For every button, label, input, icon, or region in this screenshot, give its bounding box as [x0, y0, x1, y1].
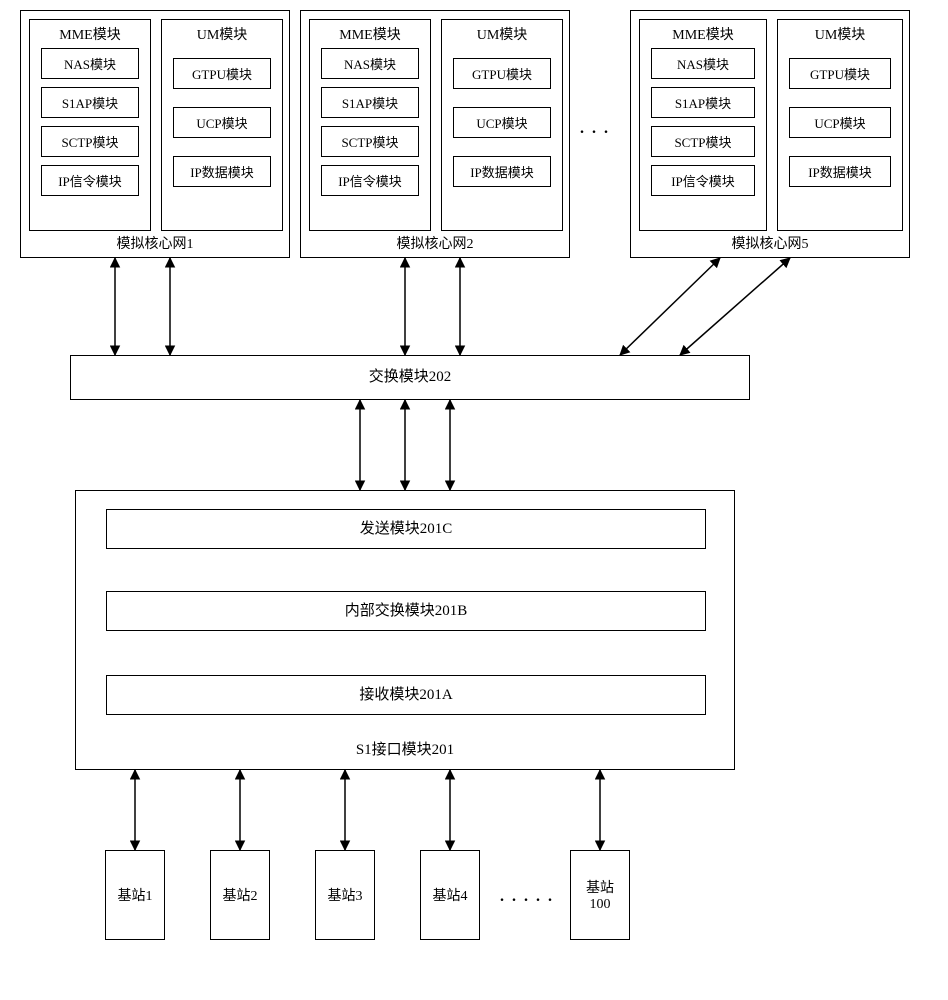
core-net-2: MME模块 NAS模块 S1AP模块 SCTP模块 IP信令模块 UM模块 GT…	[300, 10, 570, 258]
ellipsis-bs: . . . . .	[500, 888, 554, 906]
s1-outer-label: S1接口模块201	[76, 738, 734, 759]
diagram-canvas: MME模块 NAS模块 S1AP模块 SCTP模块 IP信令模块 UM模块 GT…	[0, 0, 948, 1000]
nas-module: NAS模块	[321, 48, 419, 79]
core-net-1-label: 模拟核心网1	[21, 233, 289, 253]
ucp-module: UCP模块	[173, 107, 271, 138]
um-module-5: UM模块 GTPU模块 UCP模块 IP数据模块	[777, 19, 903, 231]
s1ap-module: S1AP模块	[41, 87, 139, 118]
ip-data-module: IP数据模块	[453, 156, 551, 187]
base-station-1: 基站1	[105, 850, 165, 940]
ip-data-module: IP数据模块	[173, 156, 271, 187]
bs-label-100: 基站 100	[586, 877, 614, 913]
gtpu-module: GTPU模块	[453, 58, 551, 89]
um-module-1: UM模块 GTPU模块 UCP模块 IP数据模块	[161, 19, 283, 231]
ip-signaling-module: IP信令模块	[651, 165, 754, 196]
nas-module: NAS模块	[651, 48, 754, 79]
nas-module: NAS模块	[41, 48, 139, 79]
mme-module-2: MME模块 NAS模块 S1AP模块 SCTP模块 IP信令模块	[309, 19, 431, 231]
gtpu-module: GTPU模块	[789, 58, 891, 89]
ip-signaling-module: IP信令模块	[41, 165, 139, 196]
base-station-4: 基站4	[420, 850, 480, 940]
exchange-module-202: 交换模块202	[70, 355, 750, 400]
mme-module-5: MME模块 NAS模块 S1AP模块 SCTP模块 IP信令模块	[639, 19, 767, 231]
ip-data-module: IP数据模块	[789, 156, 891, 187]
core-net-2-label: 模拟核心网2	[301, 233, 569, 253]
send-module-201c: 发送模块201C	[106, 509, 706, 549]
receive-module-201a: 接收模块201A	[106, 675, 706, 715]
ucp-module: UCP模块	[789, 107, 891, 138]
mme-title: MME模块	[30, 20, 150, 48]
um-title: UM模块	[778, 20, 902, 48]
um-title: UM模块	[442, 20, 562, 48]
s1-interface-module-201: 发送模块201C 内部交换模块201B 接收模块201A S1接口模块201	[75, 490, 735, 770]
core-net-5: MME模块 NAS模块 S1AP模块 SCTP模块 IP信令模块 UM模块 GT…	[630, 10, 910, 258]
ellipsis-core: . . .	[580, 120, 610, 138]
ip-signaling-module: IP信令模块	[321, 165, 419, 196]
s1ap-module: S1AP模块	[651, 87, 754, 118]
um-module-2: UM模块 GTPU模块 UCP模块 IP数据模块	[441, 19, 563, 231]
core-net-1: MME模块 NAS模块 S1AP模块 SCTP模块 IP信令模块 UM模块 GT…	[20, 10, 290, 258]
internal-exchange-module-201b: 内部交换模块201B	[106, 591, 706, 631]
sctp-module: SCTP模块	[321, 126, 419, 157]
sctp-module: SCTP模块	[651, 126, 754, 157]
base-station-100: 基站 100	[570, 850, 630, 940]
ucp-module: UCP模块	[453, 107, 551, 138]
gtpu-module: GTPU模块	[173, 58, 271, 89]
base-station-3: 基站3	[315, 850, 375, 940]
mme-title: MME模块	[310, 20, 430, 48]
um-title: UM模块	[162, 20, 282, 48]
mme-module-1: MME模块 NAS模块 S1AP模块 SCTP模块 IP信令模块	[29, 19, 151, 231]
sctp-module: SCTP模块	[41, 126, 139, 157]
core-net-5-label: 模拟核心网5	[631, 233, 909, 253]
mme-title: MME模块	[640, 20, 766, 48]
s1ap-module: S1AP模块	[321, 87, 419, 118]
base-station-2: 基站2	[210, 850, 270, 940]
